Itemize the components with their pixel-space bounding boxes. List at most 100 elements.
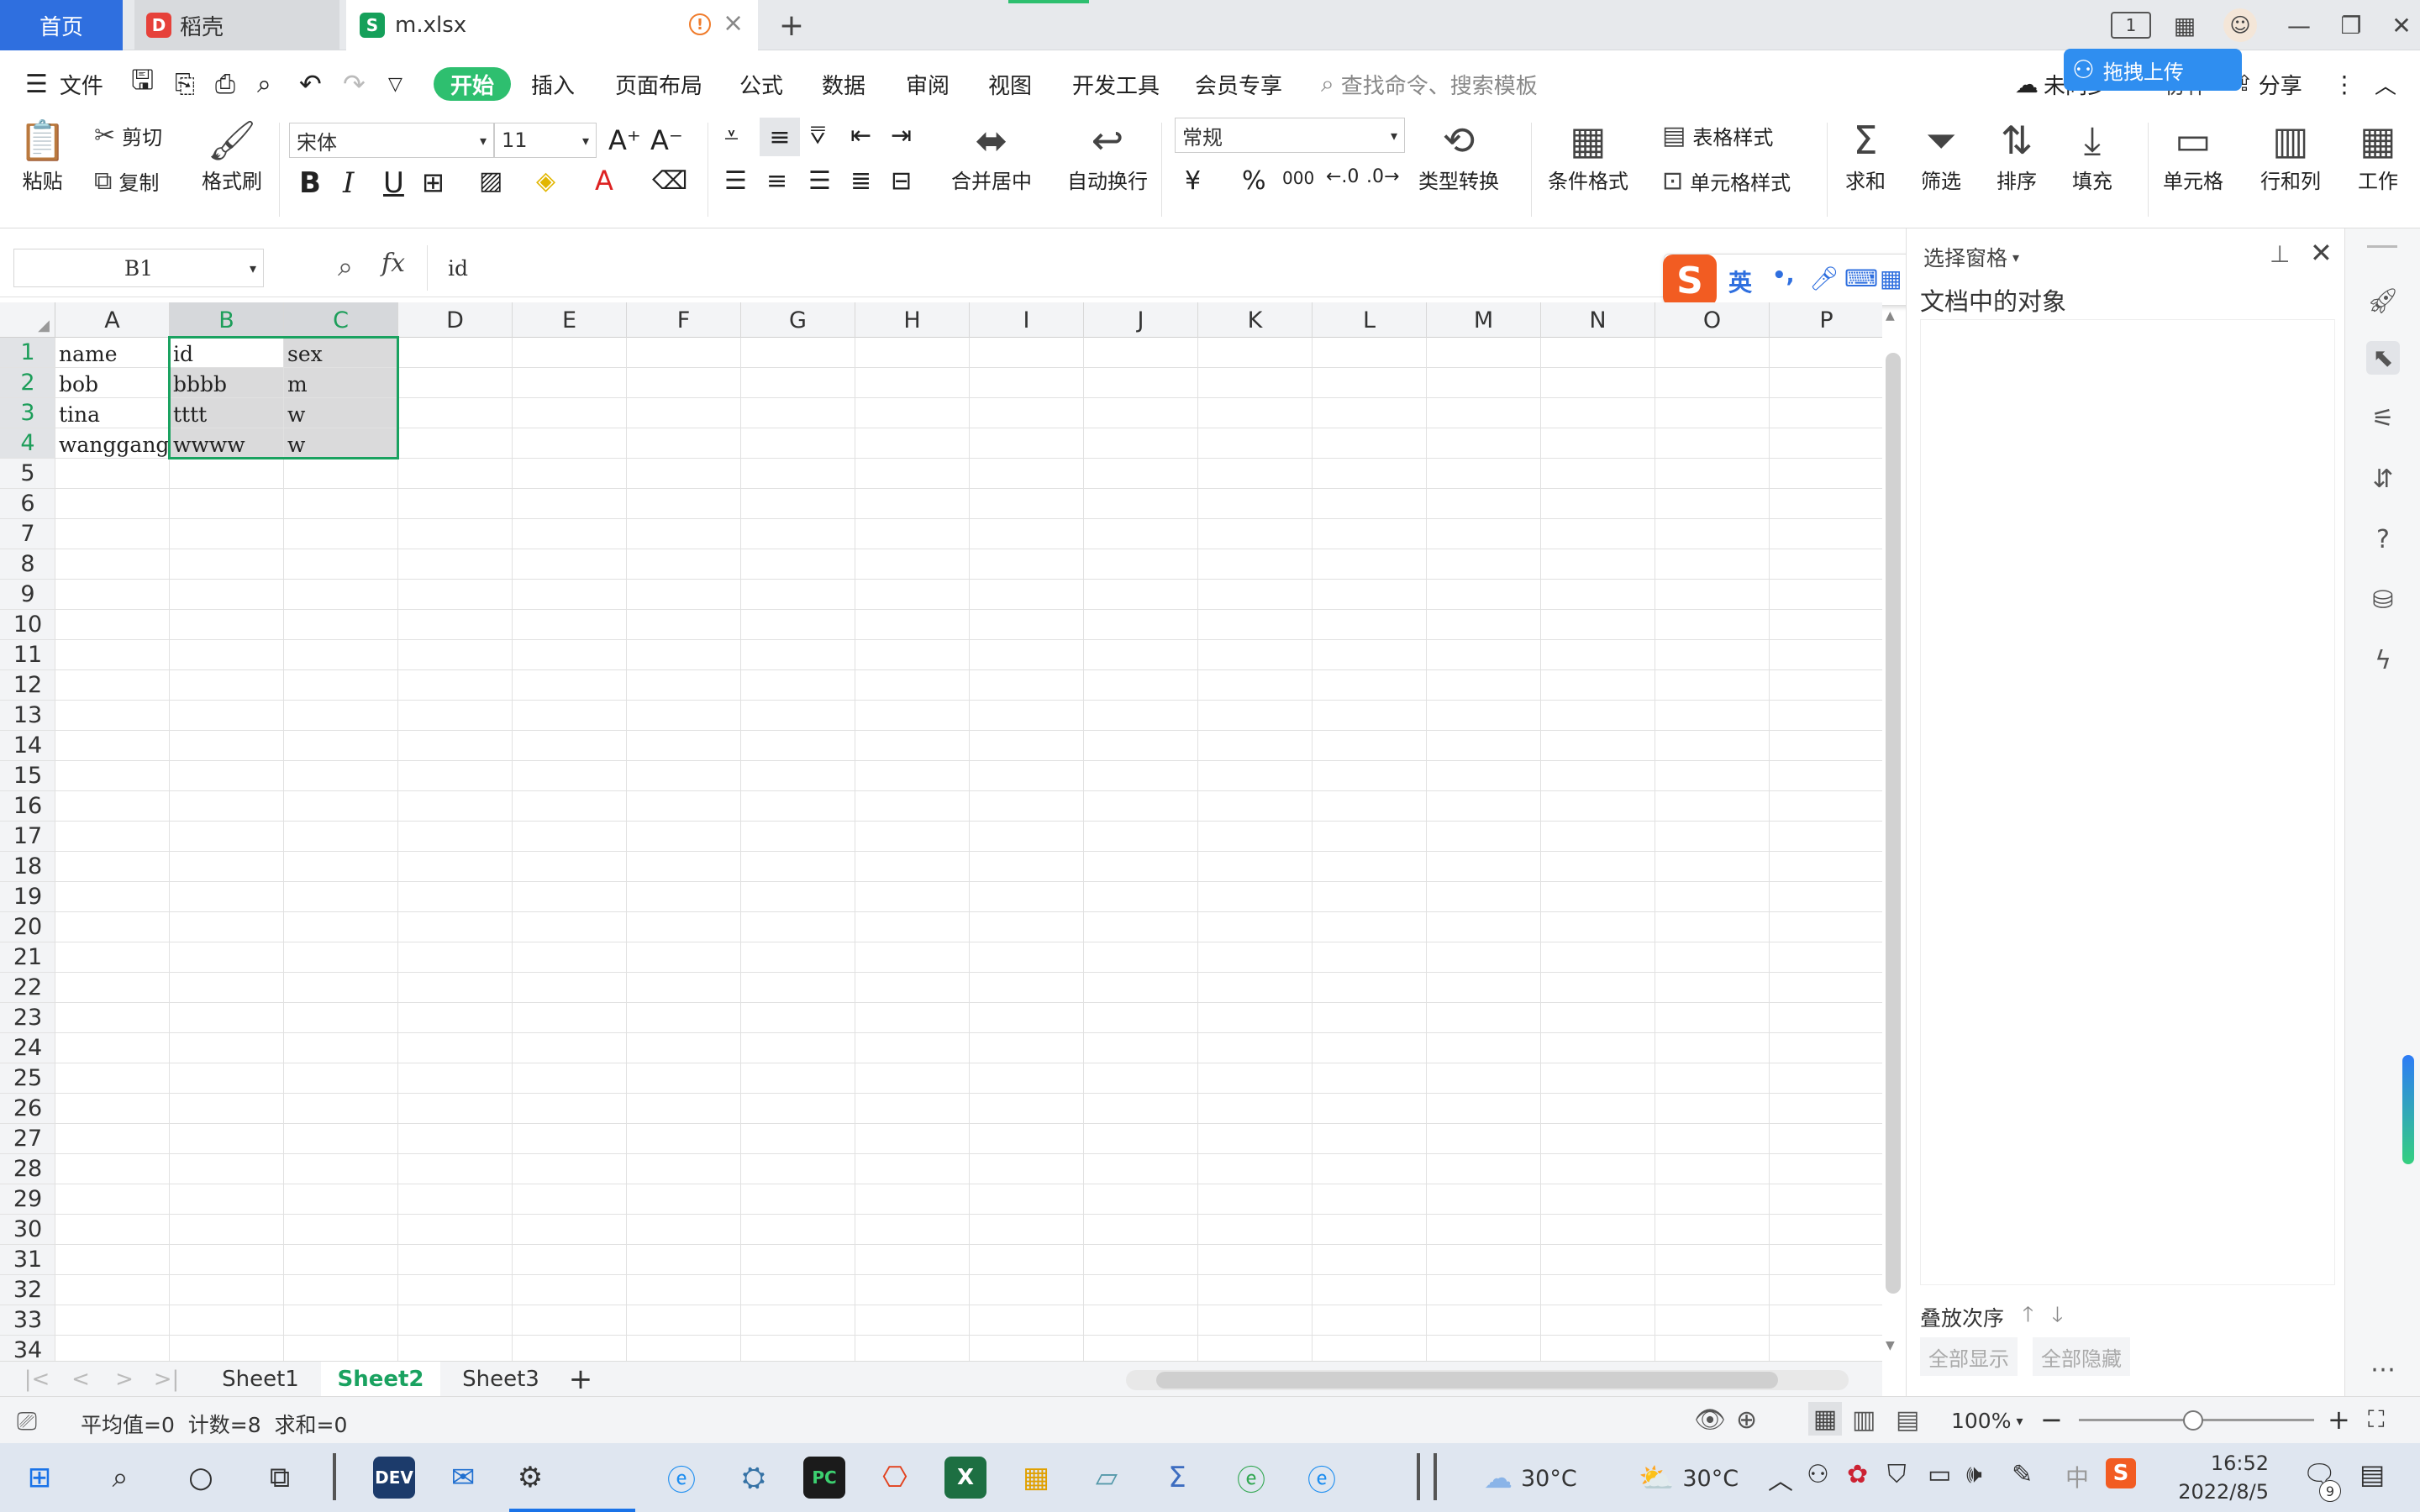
restore-button[interactable]: ❐ (2336, 10, 2366, 40)
column-header-e[interactable]: E (513, 302, 627, 338)
bold-button[interactable]: B (299, 166, 321, 200)
column-header-n[interactable]: N (1541, 302, 1655, 338)
row-header-23[interactable]: 23 (0, 1003, 55, 1033)
print-icon[interactable]: ⎙ (215, 67, 235, 101)
pointer-icon[interactable]: ⬉ (2366, 341, 2400, 375)
row-header-15[interactable]: 15 (0, 761, 55, 791)
sliders-icon[interactable]: ⚟ (2366, 402, 2400, 435)
command-search[interactable]: ⌕ 查找命令、搜索模板 (1321, 67, 1538, 101)
align-left-icon[interactable]: ☰ (724, 166, 747, 196)
avatar[interactable]: ☺ (2223, 8, 2257, 42)
row-header-4[interactable]: 4 (0, 428, 55, 459)
clear-format-icon[interactable]: ⌫ (652, 166, 687, 196)
italic-button[interactable]: I (343, 166, 354, 200)
next-sheet-icon[interactable]: > (108, 1362, 141, 1397)
add-sheet-button[interactable]: + (561, 1362, 600, 1397)
export-icon[interactable]: ⎘ (175, 67, 195, 101)
row-header-7[interactable]: 7 (0, 519, 55, 549)
row-header-26[interactable]: 26 (0, 1094, 55, 1124)
toolbox-icon[interactable]: ▦ (1880, 265, 1902, 292)
cell-b2[interactable]: bbbb (170, 368, 284, 398)
clock-time[interactable]: 16:52 (2190, 1452, 2269, 1475)
row-header-12[interactable]: 12 (0, 670, 55, 701)
arrow-up-icon[interactable]: 🡑 (2023, 1299, 2033, 1335)
clock-date[interactable]: 2022/8/5 (2171, 1480, 2269, 1504)
settings-gear-icon[interactable]: ⚙ (509, 1457, 551, 1499)
tab-view[interactable]: 视图 (988, 67, 1032, 101)
font-name-select[interactable]: 宋体 ▾ (289, 123, 494, 158)
normal-view-icon[interactable]: ▦ (1808, 1402, 1842, 1436)
currency-button[interactable]: ¥ (1185, 166, 1201, 196)
tray-expand-icon[interactable]: ︿ (1768, 1460, 1793, 1497)
increase-font-icon[interactable]: A⁺ (608, 124, 641, 156)
taskbar-search-icon[interactable]: ⌕ (99, 1457, 141, 1499)
zoom-slider-handle[interactable] (2183, 1410, 2203, 1431)
cell-b1[interactable]: id (170, 338, 284, 368)
row-header-10[interactable]: 10 (0, 610, 55, 640)
distribute-icon[interactable]: ⊟ (891, 166, 912, 196)
macro-record-icon[interactable]: ⎚ (17, 1407, 37, 1436)
more-options-icon[interactable]: ⋮ (2333, 67, 2356, 101)
sheet-tab-2[interactable]: Sheet2 (321, 1362, 440, 1397)
align-middle-icon[interactable]: ≡ (760, 118, 800, 156)
decrease-font-icon[interactable]: A⁻ (650, 124, 683, 156)
cell-style-button[interactable]: ⊡ 单元格样式 (1662, 166, 1791, 196)
row-header-30[interactable]: 30 (0, 1215, 55, 1245)
minimize-button[interactable]: — (2284, 10, 2314, 40)
row-header-31[interactable]: 31 (0, 1245, 55, 1275)
ime-language[interactable]: 中 (2065, 1460, 2089, 1494)
conditional-format-button[interactable]: ▦ 条件格式 (1548, 116, 1628, 194)
volume-icon[interactable]: 🕪︎ (1966, 1460, 1982, 1489)
edge-icon[interactable]: ⓔ (1301, 1457, 1343, 1499)
column-header-m[interactable]: M (1427, 302, 1541, 338)
redo-icon[interactable]: ↷ (343, 67, 366, 101)
row-header-34[interactable]: 34 (0, 1336, 55, 1361)
border-icon[interactable]: ⊞ (422, 166, 445, 198)
row-header-6[interactable]: 6 (0, 489, 55, 519)
pycharm-icon[interactable]: PC (803, 1457, 845, 1499)
column-header-c[interactable]: C (284, 302, 398, 338)
scroll-down-icon[interactable]: ▼ (1886, 1339, 1895, 1352)
prev-sheet-icon[interactable]: < (64, 1362, 97, 1397)
wrap-text-button[interactable]: ↩ 自动换行 (1067, 116, 1148, 194)
rocket-icon[interactable]: 🚀︎ (2366, 284, 2400, 318)
ime-mode[interactable]: 英 (1728, 265, 1752, 298)
row-header-16[interactable]: 16 (0, 791, 55, 822)
sum-button[interactable]: Σ 求和 (1845, 116, 1886, 194)
row-header-29[interactable]: 29 (0, 1184, 55, 1215)
row-col-button[interactable]: ▥ 行和列 (2260, 116, 2321, 194)
indent-icon[interactable]: ⇥ (891, 121, 912, 150)
winrar-icon[interactable]: ▦ (1015, 1457, 1057, 1499)
lightning-icon[interactable]: ϟ (2366, 643, 2400, 677)
arrow-down-icon[interactable]: 🡓 (2052, 1299, 2063, 1335)
fill-button[interactable]: ⤓ 填充 (2072, 116, 2112, 194)
cut-button[interactable]: ✂ 剪切 (94, 121, 162, 150)
tab-review[interactable]: 审阅 (906, 67, 950, 101)
scroll-up-icon[interactable]: ▲ (1886, 309, 1895, 323)
row-header-18[interactable]: 18 (0, 852, 55, 882)
column-header-l[interactable]: L (1313, 302, 1427, 338)
justify-icon[interactable]: ≣ (850, 166, 871, 196)
weather-widget-1[interactable]: ☁ 30°C (1484, 1462, 1577, 1495)
underline-button[interactable]: U (383, 166, 404, 200)
sheet-tab-1[interactable]: Sheet1 (202, 1362, 319, 1397)
transform-icon[interactable]: ⇵ (2366, 462, 2400, 496)
vertical-scrollbar-thumb[interactable] (1886, 353, 1901, 1294)
align-center-icon[interactable]: ≡ (766, 166, 787, 196)
merge-center-button[interactable]: ⬌ 合并居中 (951, 116, 1032, 194)
column-header-b[interactable]: B (170, 302, 284, 338)
tab-file[interactable]: S m.xlsx ! × (346, 0, 758, 50)
undo-icon[interactable]: ↶ (299, 67, 322, 101)
column-header-o[interactable]: O (1655, 302, 1770, 338)
copy-button[interactable]: ⧉ 复制 (94, 166, 159, 196)
backup-icon[interactable]: ⛁ (2366, 583, 2400, 617)
align-top-icon[interactable]: ⩡ (724, 121, 739, 150)
weather-widget-2[interactable]: ⛅ 30°C (1639, 1462, 1739, 1495)
microphone-icon[interactable]: 🎤︎ (1809, 265, 1839, 292)
zoom-formula-icon[interactable]: ⌕ (338, 250, 353, 283)
show-all-button[interactable]: 全部显示 (1920, 1337, 2018, 1376)
thousands-button[interactable]: 000 (1282, 168, 1314, 188)
cell-a2[interactable]: bob (55, 368, 170, 398)
column-header-a[interactable]: A (55, 302, 170, 338)
cell-c1[interactable]: sex (284, 338, 398, 368)
